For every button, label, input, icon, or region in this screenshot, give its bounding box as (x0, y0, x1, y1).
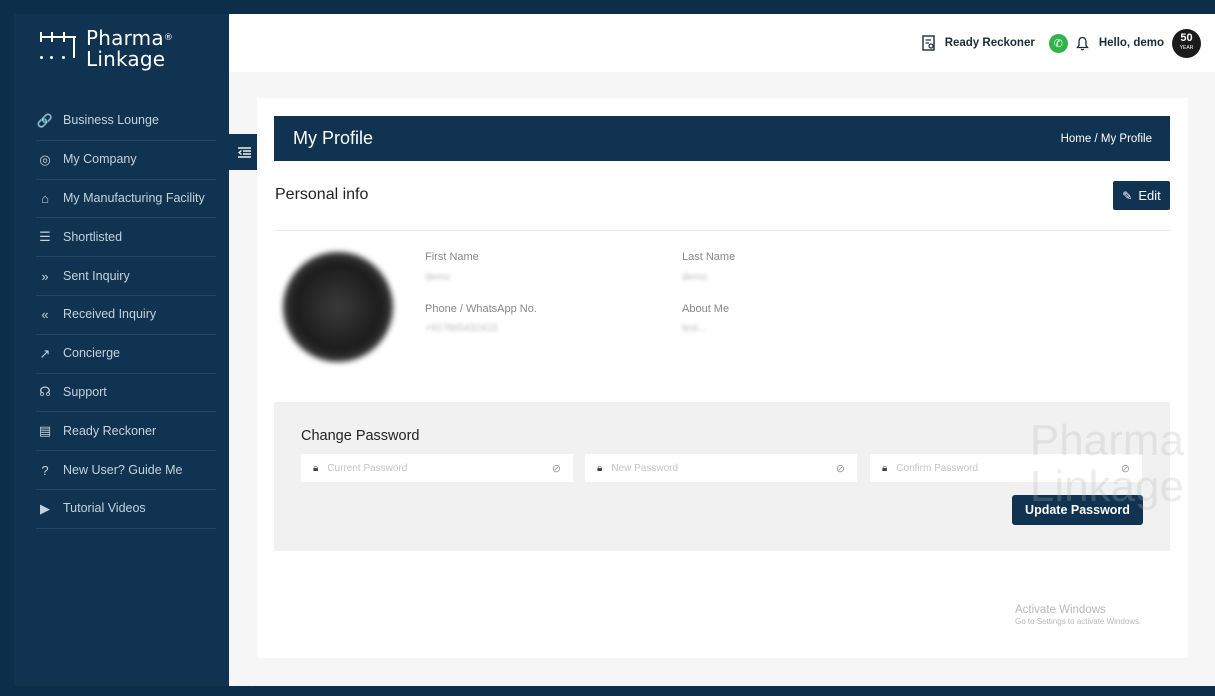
sidebar-item-label: Business Lounge (63, 113, 159, 128)
top-bar-actions: Ready Reckoner ✆ Hello, demo 50 YEAR (921, 28, 1201, 58)
new-password-field[interactable]: 🔒︎ New Password ⊘ (585, 454, 857, 482)
sidebar-item[interactable]: 🔗 Business Lounge (36, 102, 216, 141)
current-password-field[interactable]: 🔒︎ Current Password ⊘ (301, 454, 573, 482)
sidebar-nav: 🔗 Business Lounge ◎ My Company ⌂ My Manufactu… (36, 102, 216, 529)
profile-photo (283, 252, 393, 362)
main-area: Ready Reckoner ✆ Hello, demo 50 YEAR My … (229, 14, 1215, 686)
edit-button[interactable]: ✎ Edit (1113, 181, 1170, 210)
list-icon: ☰ (39, 229, 51, 245)
sidebar-toggle-button[interactable] (229, 134, 259, 170)
sidebar-item[interactable]: » Sent Inquiry (36, 257, 216, 296)
about-me-label: About Me (682, 303, 730, 315)
pencil-icon: ✎ (1122, 188, 1133, 203)
collapse-menu-icon (237, 146, 251, 158)
breadcrumb[interactable]: Home / My Profile (1061, 133, 1152, 145)
link-icon: 🔗 (36, 112, 54, 128)
sidebar: Pharma® Linkage 🔗 Business Lounge ◎ My Comp… (14, 14, 229, 686)
current-password-placeholder: Current Password (327, 462, 408, 474)
video-play-icon: ▶ (40, 500, 50, 516)
help-circle-icon: ? (41, 462, 49, 478)
sidebar-item[interactable]: ↗ Concierge (36, 335, 216, 374)
sidebar-item[interactable]: ? New User? Guide Me (36, 451, 216, 490)
sidebar-item[interactable]: ▶ Tutorial Videos (36, 490, 216, 529)
top-bar: Ready Reckoner ✆ Hello, demo 50 YEAR (229, 14, 1215, 72)
trend-icon: ↗ (39, 345, 51, 361)
change-password-title: Change Password (301, 428, 420, 444)
lock-icon: 🔒︎ (882, 462, 888, 474)
sidebar-item-label: Ready Reckoner (63, 423, 157, 438)
sidebar-item[interactable]: ☊ Support (36, 374, 216, 413)
activate-windows-notice: Activate Windows Go to Settings to activ… (1015, 604, 1142, 626)
personal-info-title: Personal info (275, 186, 369, 203)
first-name-value: demo (425, 272, 451, 283)
document-search-icon: ▤ (38, 423, 52, 439)
sidebar-item[interactable]: ☰ Shortlisted (36, 218, 216, 258)
new-password-placeholder: New Password (611, 462, 679, 474)
sidebar-item-label: My Company (63, 152, 137, 167)
sidebar-item[interactable]: ⌂ My Manufacturing Facility (36, 180, 216, 219)
sidebar-item-label: Tutorial Videos (63, 501, 146, 516)
first-name-label: First Name (425, 251, 479, 263)
eye-off-icon[interactable]: ⊘ (836, 462, 845, 475)
badge-number: 50 (1180, 32, 1193, 44)
about-me-value: test... (682, 323, 707, 334)
brand-name: Pharma® Linkage (86, 26, 174, 71)
home-icon: ⌂ (41, 190, 49, 206)
logo-mark-icon (40, 32, 78, 72)
sidebar-item-label: New User? Guide Me (63, 462, 183, 477)
sidebar-item-label: My Manufacturing Facility (63, 190, 205, 205)
phone-value: +917865432415 (425, 323, 498, 334)
edit-button-label: Edit (1138, 188, 1161, 203)
brand-logo[interactable]: Pharma® Linkage (40, 28, 173, 72)
sidebar-item[interactable]: ◎ My Company (36, 141, 216, 180)
user-avatar[interactable]: 50 YEAR (1172, 28, 1201, 58)
sidebar-item-label: Shortlisted (63, 229, 123, 244)
bell-icon[interactable] (1076, 36, 1089, 51)
user-greeting[interactable]: Hello, demo (1099, 37, 1164, 49)
headset-icon: ☊ (39, 384, 51, 400)
sidebar-item[interactable]: ▤ Ready Reckoner (36, 412, 216, 452)
profile-card: My Profile Home / My Profile Personal in… (257, 98, 1188, 658)
sidebar-item-label: Sent Inquiry (63, 268, 130, 283)
sidebar-item-label: Concierge (63, 346, 120, 361)
sidebar-item[interactable]: « Received Inquiry (36, 296, 216, 335)
sidebar-item-label: Support (63, 384, 107, 399)
brand-watermark: Pharma Linkage (1029, 416, 1184, 511)
lock-icon: 🔒︎ (597, 462, 603, 474)
page-header-banner: My Profile Home / My Profile (274, 116, 1170, 161)
last-name-label: Last Name (682, 251, 736, 263)
last-name-value: demo (682, 272, 708, 283)
divider (275, 230, 1170, 231)
location-pin-icon: ◎ (39, 151, 51, 167)
whatsapp-icon[interactable]: ✆ (1048, 33, 1068, 53)
eye-off-icon[interactable]: ⊘ (552, 462, 561, 475)
ready-reckoner-link[interactable]: Ready Reckoner (945, 37, 1035, 49)
badge-sub: YEAR (1179, 45, 1194, 51)
confirm-password-placeholder: Confirm Password (896, 462, 979, 474)
double-chevron-right-icon: » (41, 268, 49, 284)
sidebar-item-label: Received Inquiry (63, 307, 157, 322)
page-title: My Profile (293, 128, 374, 148)
lock-icon: 🔒︎ (313, 462, 319, 474)
document-search-icon[interactable] (921, 35, 936, 51)
double-chevron-left-icon: « (41, 307, 49, 323)
phone-label: Phone / WhatsApp No. (425, 303, 537, 315)
